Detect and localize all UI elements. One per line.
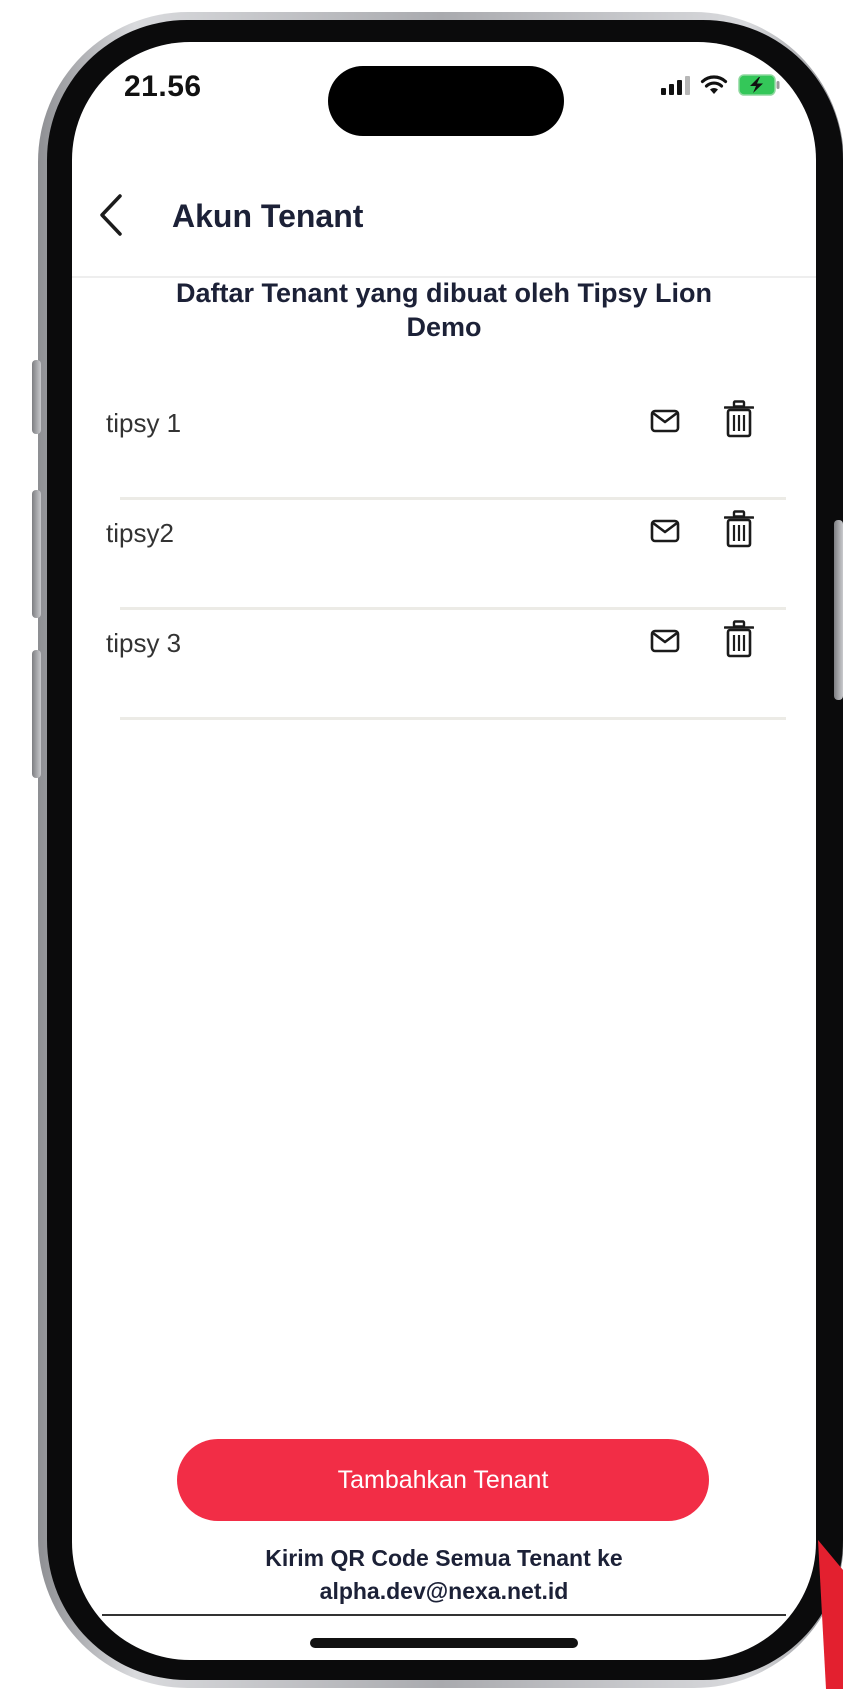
nav-header: Akun Tenant [72,160,816,278]
dynamic-island [328,66,564,136]
mail-icon[interactable] [650,516,680,546]
status-icons [661,74,780,96]
tenant-row: tipsy 1 [106,390,786,500]
tenant-row: tipsy2 [106,500,786,610]
battery-charging-icon [738,74,780,96]
status-time: 21.56 [124,70,202,103]
chevron-left-icon[interactable] [92,190,132,240]
mail-icon[interactable] [650,406,680,436]
tenant-name: tipsy 1 [106,408,182,438]
mail-icon[interactable] [650,626,680,656]
tenant-name: tipsy 3 [106,628,182,658]
send-qr-code-link[interactable]: Kirim QR Code Semua Tenant ke alpha.dev@… [172,1542,716,1608]
tenant-name: tipsy2 [106,518,174,548]
wifi-icon [700,74,728,96]
trash-icon[interactable] [723,620,755,658]
power-button [834,520,843,700]
volume-down-button [32,650,41,778]
tenant-row: tipsy 3 [106,610,786,720]
silent-switch [32,360,41,434]
add-tenant-button[interactable]: Tambahkan Tenant [177,1439,709,1521]
signal-icon [661,75,690,95]
phone-screen: 21.56 Akun Tenant Daftar Tenant yang dib… [72,42,816,1660]
screenshot-stage: 21.56 Akun Tenant Daftar Tenant yang dib… [0,0,843,1689]
tenant-list-heading: Daftar Tenant yang dibuat oleh Tipsy Lio… [175,278,713,342]
trash-icon[interactable] [723,400,755,438]
page-title: Akun Tenant [172,198,364,234]
row-divider [120,717,786,720]
bottom-divider [102,1614,786,1616]
home-indicator[interactable] [310,1638,578,1648]
red-pointer-arrow [818,1540,843,1689]
volume-up-button [32,490,41,618]
trash-icon[interactable] [723,510,755,548]
tenant-list: tipsy 1 tipsy2 tipsy 3 [106,390,786,720]
